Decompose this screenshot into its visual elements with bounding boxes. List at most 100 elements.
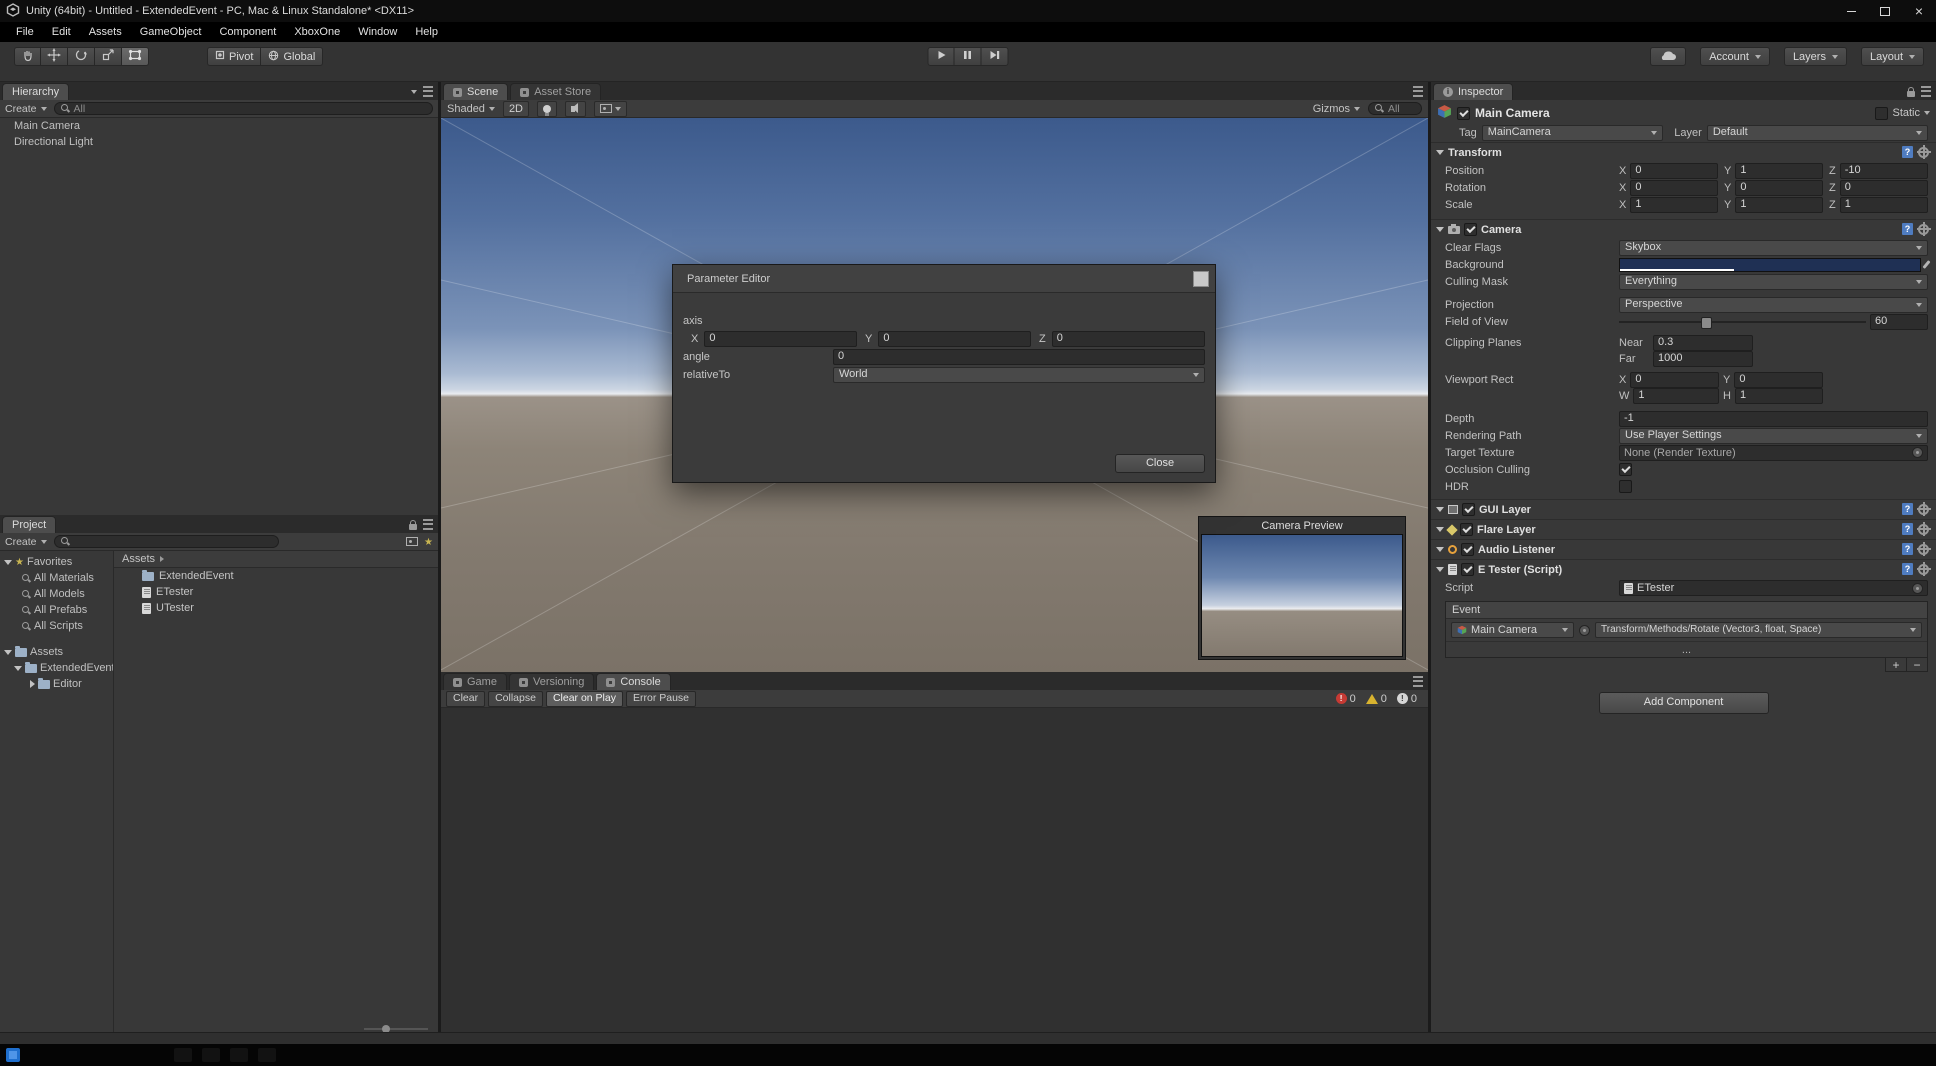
- scale-y-field[interactable]: 1: [1735, 196, 1823, 213]
- foldout-icon[interactable]: [1436, 507, 1444, 512]
- tree-extendedevent-folder[interactable]: ExtendedEvent: [0, 660, 113, 676]
- viewport-y-field[interactable]: 0: [1734, 371, 1823, 388]
- gear-icon[interactable]: [1916, 562, 1931, 576]
- file-utester[interactable]: UTester: [114, 600, 438, 616]
- taskbar-pinned-icon[interactable]: [230, 1048, 248, 1062]
- hdr-checkbox[interactable]: [1619, 480, 1632, 493]
- step-button[interactable]: [981, 47, 1009, 66]
- panel-menu-icon[interactable]: [1921, 86, 1931, 97]
- menu-window[interactable]: Window: [350, 22, 405, 42]
- panel-menu-icon[interactable]: [423, 519, 433, 530]
- viewport-x-field[interactable]: 0: [1630, 371, 1719, 388]
- foldout-icon[interactable]: [4, 649, 12, 655]
- axis-z-field[interactable]: 0: [1051, 331, 1205, 347]
- hierarchy-create-dropdown[interactable]: Create: [5, 103, 47, 115]
- collapse-toggle[interactable]: Collapse: [488, 690, 543, 707]
- help-icon[interactable]: [1902, 543, 1913, 555]
- projection-dropdown[interactable]: Perspective: [1619, 296, 1928, 313]
- depth-field[interactable]: -1: [1619, 410, 1928, 427]
- clear-flags-dropdown[interactable]: Skybox: [1619, 239, 1928, 256]
- tab-game[interactable]: Game: [443, 673, 507, 690]
- panel-dropdown-icon[interactable]: [411, 89, 417, 94]
- layers-dropdown[interactable]: Layers: [1783, 47, 1847, 66]
- menu-gameobject[interactable]: GameObject: [132, 22, 210, 42]
- eyedropper-icon[interactable]: [1922, 260, 1931, 269]
- scale-tool-button[interactable]: [95, 47, 122, 66]
- foldout-icon[interactable]: [1436, 150, 1444, 155]
- play-button[interactable]: [927, 47, 955, 66]
- axis-y-field[interactable]: 0: [878, 331, 1031, 347]
- audio-listener-enabled-checkbox[interactable]: [1461, 543, 1474, 556]
- event-method-dropdown[interactable]: Transform/Methods/Rotate (Vector3, float…: [1595, 622, 1922, 638]
- help-icon[interactable]: [1902, 146, 1913, 158]
- tab-hierarchy[interactable]: Hierarchy: [2, 83, 70, 100]
- rendering-path-dropdown[interactable]: Use Player Settings: [1619, 427, 1928, 444]
- minimize-button[interactable]: [1834, 0, 1868, 22]
- console-log-area[interactable]: [441, 708, 1428, 1032]
- help-icon[interactable]: [1902, 503, 1913, 515]
- axis-x-field[interactable]: 0: [704, 331, 857, 347]
- rect-tool-button[interactable]: [122, 47, 149, 66]
- viewport-h-field[interactable]: 1: [1734, 388, 1823, 404]
- tab-scene[interactable]: Scene: [443, 83, 509, 100]
- taskbar-pinned-icon[interactable]: [258, 1048, 276, 1062]
- hand-tool-button[interactable]: [14, 47, 41, 66]
- search-by-type-icon[interactable]: [406, 537, 419, 546]
- move-tool-button[interactable]: [41, 47, 68, 66]
- lock-icon[interactable]: [1907, 86, 1915, 97]
- slider-thumb[interactable]: [1700, 316, 1712, 329]
- hierarchy-item-main-camera[interactable]: Main Camera: [0, 118, 438, 134]
- foldout-icon[interactable]: [1436, 567, 1444, 572]
- angle-field[interactable]: 0: [833, 349, 1205, 365]
- foldout-icon[interactable]: [1436, 547, 1444, 552]
- taskbar-pinned-icon[interactable]: [174, 1048, 192, 1062]
- event-target-dropdown[interactable]: Main Camera: [1451, 622, 1574, 638]
- project-create-dropdown[interactable]: Create: [5, 536, 47, 548]
- transform-header[interactable]: Transform: [1431, 142, 1936, 162]
- fov-slider[interactable]: [1619, 315, 1866, 329]
- gizmos-dropdown[interactable]: Gizmos: [1313, 103, 1360, 115]
- dialog-close-button[interactable]: Close: [1115, 454, 1205, 473]
- object-picker-icon[interactable]: [1912, 447, 1923, 458]
- far-field[interactable]: 1000: [1653, 351, 1753, 367]
- culling-mask-dropdown[interactable]: Everything: [1619, 273, 1928, 290]
- shading-mode-dropdown[interactable]: Shaded: [447, 103, 495, 115]
- tree-all-scripts[interactable]: All Scripts: [0, 618, 113, 634]
- position-z-field[interactable]: -10: [1839, 162, 1928, 179]
- help-icon[interactable]: [1902, 223, 1913, 235]
- rotation-x-field[interactable]: 0: [1630, 179, 1718, 196]
- occlusion-culling-checkbox[interactable]: [1619, 463, 1632, 476]
- chevron-down-icon[interactable]: [1924, 111, 1930, 115]
- menu-edit[interactable]: Edit: [44, 22, 79, 42]
- panel-menu-icon[interactable]: [1413, 676, 1423, 687]
- help-icon[interactable]: [1902, 523, 1913, 535]
- object-picker-icon[interactable]: [1579, 624, 1590, 636]
- menu-help[interactable]: Help: [407, 22, 446, 42]
- hierarchy-search-input[interactable]: All: [53, 102, 433, 115]
- warning-counter[interactable]: 0: [1365, 693, 1387, 705]
- effects-dropdown-button[interactable]: [594, 100, 627, 117]
- gear-icon[interactable]: [1916, 522, 1931, 536]
- info-counter[interactable]: 0: [1396, 693, 1417, 705]
- tab-versioning[interactable]: Versioning: [508, 673, 595, 690]
- foldout-icon[interactable]: [14, 665, 22, 671]
- panel-menu-icon[interactable]: [1413, 86, 1423, 97]
- rotate-tool-button[interactable]: [68, 47, 95, 66]
- gear-icon[interactable]: [1916, 542, 1931, 556]
- rotation-y-field[interactable]: 0: [1735, 179, 1823, 196]
- dialog-titlebar[interactable]: Parameter Editor: [673, 265, 1215, 293]
- active-checkbox[interactable]: [1457, 106, 1470, 120]
- tree-editor-folder[interactable]: Editor: [0, 676, 113, 692]
- error-counter[interactable]: 0: [1335, 693, 1356, 705]
- flare-layer-header[interactable]: Flare Layer: [1431, 519, 1936, 539]
- near-field[interactable]: 0.3: [1653, 334, 1753, 351]
- project-search-input[interactable]: [53, 535, 279, 548]
- pause-button[interactable]: [954, 47, 982, 66]
- panel-menu-icon[interactable]: [423, 86, 433, 97]
- menu-file[interactable]: File: [8, 22, 42, 42]
- tab-asset-store[interactable]: Asset Store: [510, 83, 602, 100]
- tab-console[interactable]: Console: [596, 673, 671, 690]
- gear-icon[interactable]: [1916, 145, 1931, 159]
- menu-assets[interactable]: Assets: [81, 22, 130, 42]
- gear-icon[interactable]: [1916, 502, 1931, 516]
